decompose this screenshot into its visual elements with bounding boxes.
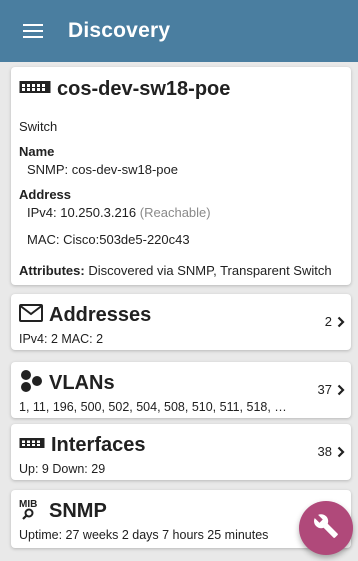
device-name: cos-dev-sw18-poe [57,77,231,100]
attributes-label: Attributes: [19,263,85,278]
snmp-title: SNMP [49,499,107,522]
device-type: Switch [19,119,58,134]
svg-text:MIB: MIB [19,499,37,510]
hamburger-menu-icon[interactable] [10,8,56,54]
switch-icon [19,79,51,100]
interfaces-title: Interfaces [51,433,146,456]
chevron-right-icon [337,316,345,328]
addresses-count-badge: 2 [325,314,345,329]
interfaces-subtitle: Up: 9 Down: 29 [19,462,106,476]
mac-value: MAC: Cisco:503de5-220c43 [27,232,190,247]
ethernet-port-icon [19,436,45,454]
attributes-value: Discovered via SNMP, Transparent Switch [88,263,332,278]
reachable-status: (Reachable) [139,205,211,220]
mib-icon: MIB [19,497,43,526]
address-label: Address [19,187,72,202]
vlans-subtitle: 1, 11, 196, 500, 502, 504, 508, 510, 511… [19,400,287,414]
wrench-icon [313,513,339,544]
interfaces-count: 38 [317,444,332,459]
tools-fab-button[interactable] [299,501,353,555]
app-bar: Discovery [0,0,358,62]
ipv4-row: IPv4: 10.250.3.216 (Reachable) [19,205,351,220]
chevron-right-icon [337,384,345,396]
envelope-icon [19,303,43,327]
vlans-card[interactable]: VLANs 1, 11, 196, 500, 502, 504, 508, 51… [11,362,351,418]
chevron-right-icon [337,446,345,458]
snmp-name-value: SNMP: cos-dev-sw18-poe [27,162,178,177]
addresses-count: 2 [324,314,332,329]
interfaces-count-badge: 38 [318,444,345,459]
addresses-card[interactable]: Addresses IPv4: 2 MAC: 2 2 [11,294,351,350]
name-label: Name [19,144,55,159]
vlans-count-badge: 37 [318,382,345,397]
page-title: Discovery [68,19,171,42]
ipv4-value: IPv4: 10.250.3.216 [27,205,137,220]
interfaces-card[interactable]: Interfaces Up: 9 Down: 29 38 [11,424,351,480]
attributes-row: Attributes: Discovered via SNMP, Transpa… [19,263,351,278]
addresses-title: Addresses [49,303,152,326]
vlans-count: 37 [317,382,332,397]
vlans-title: VLANs [49,371,115,394]
device-summary-card: cos-dev-sw18-poe Switch Name SNMP: cos-d… [11,67,351,285]
vlan-icon [19,369,43,397]
addresses-subtitle: IPv4: 2 MAC: 2 [19,332,104,346]
